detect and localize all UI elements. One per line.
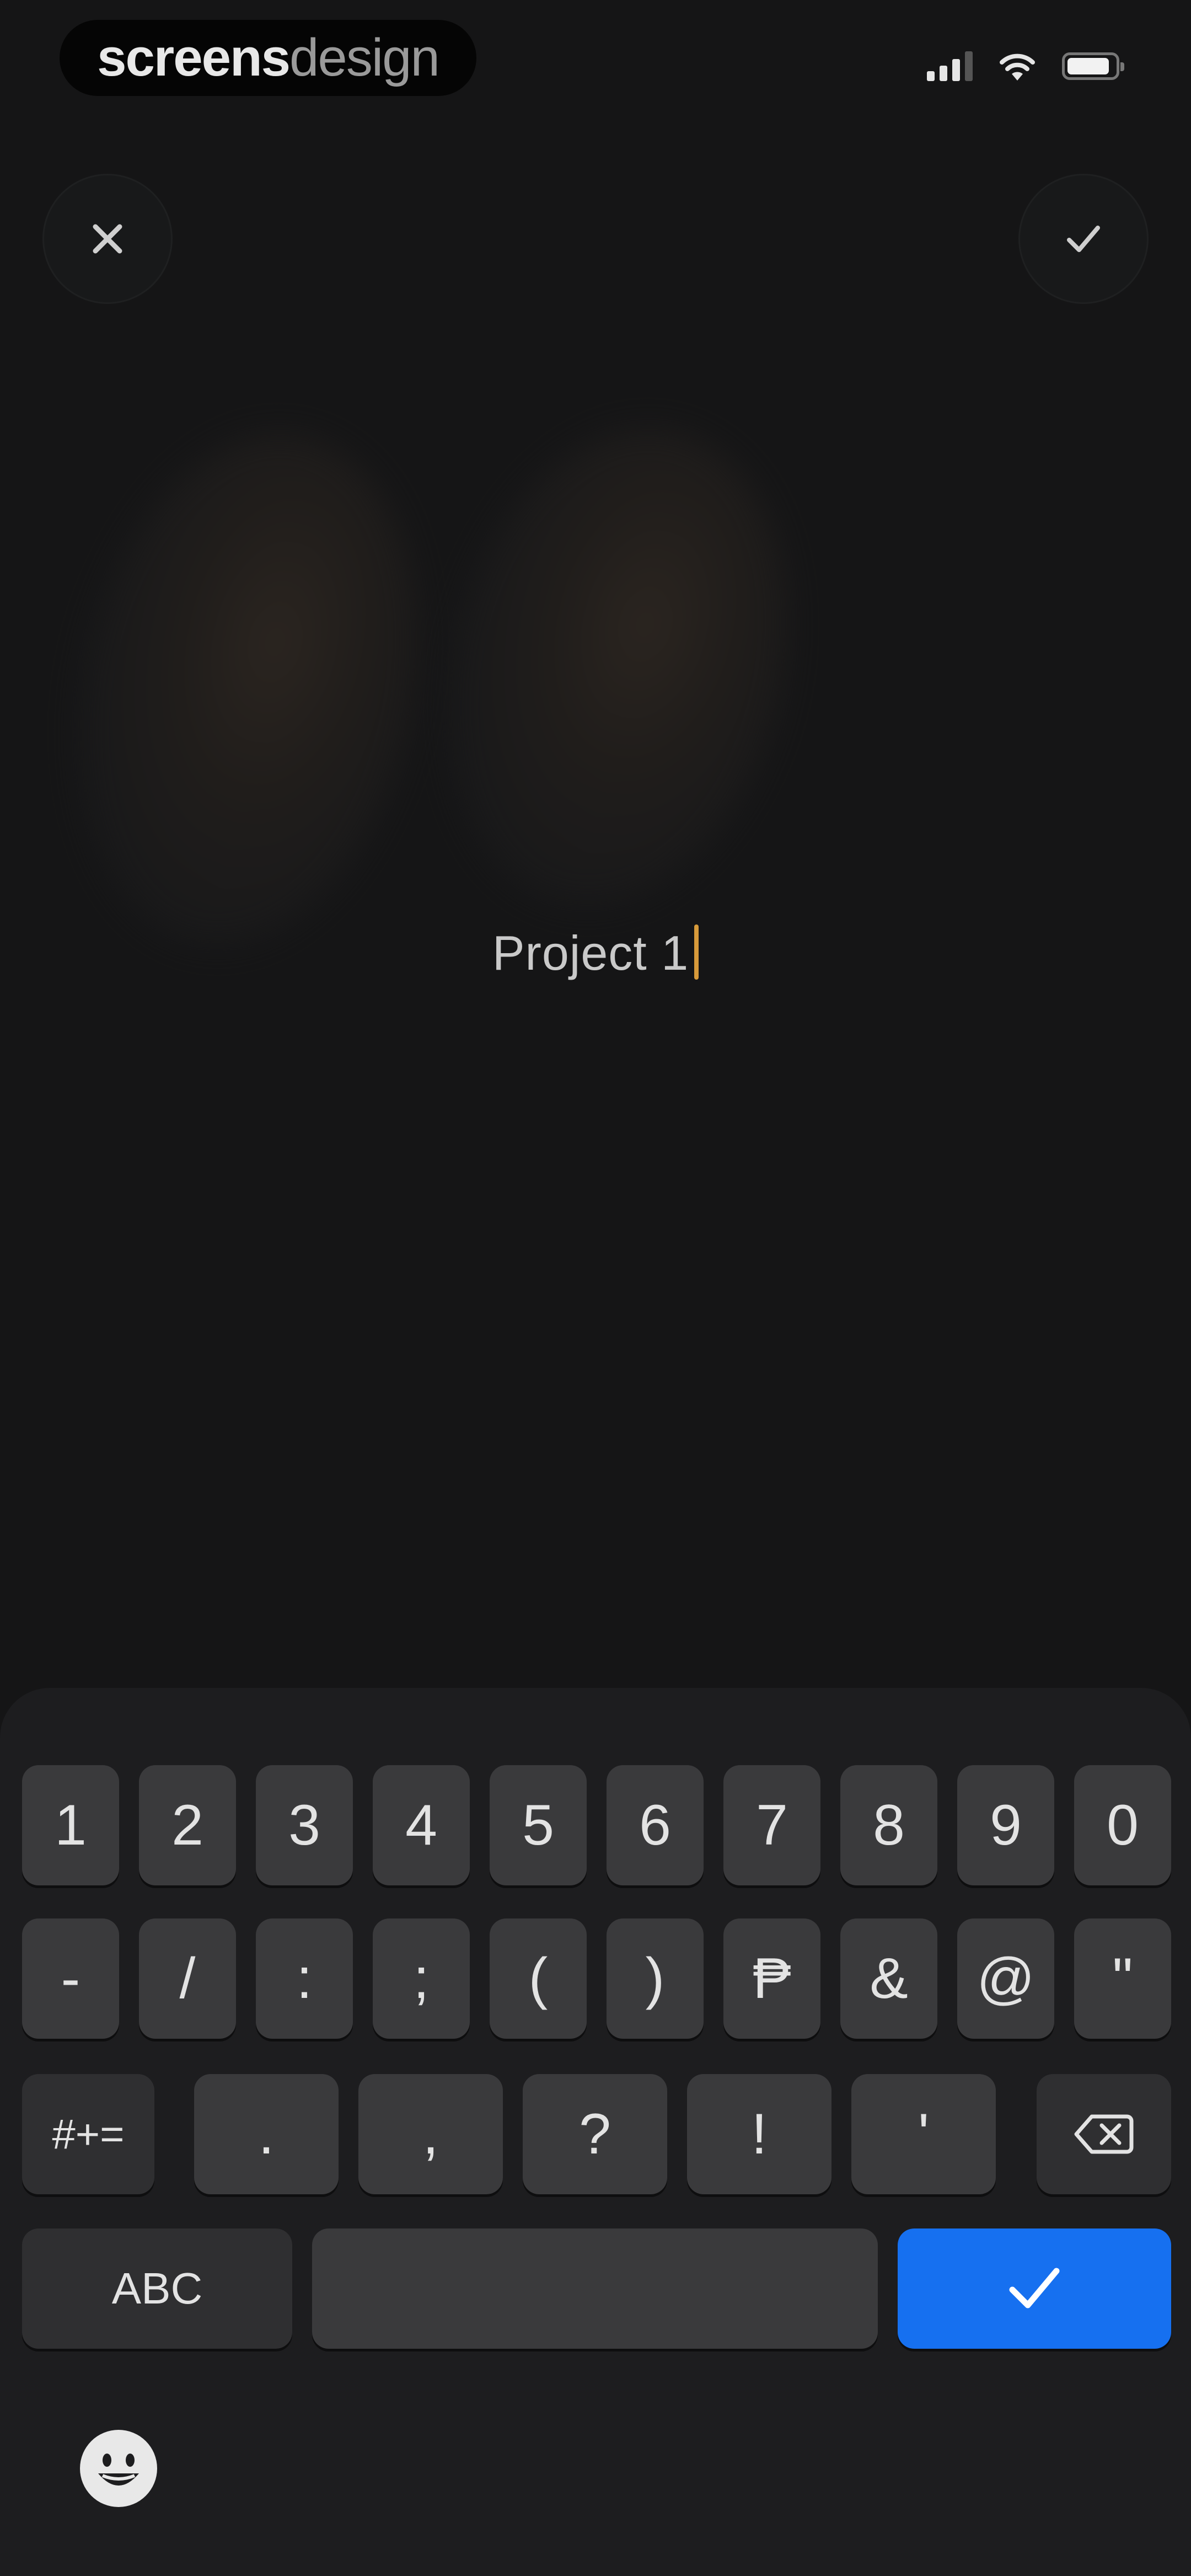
delete-key[interactable] xyxy=(1037,2074,1171,2194)
key-apostrophe[interactable]: ' xyxy=(851,2074,996,2194)
wifi-icon xyxy=(1000,54,1035,81)
key-peso[interactable]: ₱ xyxy=(723,1918,820,2039)
key-quote[interactable]: " xyxy=(1074,1918,1171,2039)
key-at[interactable]: @ xyxy=(957,1918,1054,2039)
key-close-paren[interactable]: ) xyxy=(607,1918,704,2039)
key-5[interactable]: 5 xyxy=(490,1765,587,1885)
more-symbols-key[interactable]: #+= xyxy=(22,2074,154,2194)
checkmark-icon xyxy=(1067,226,1100,252)
key-ampersand[interactable]: & xyxy=(840,1918,937,2039)
battery-icon xyxy=(1062,52,1124,80)
key-slash[interactable]: / xyxy=(139,1918,236,2039)
key-period[interactable]: . xyxy=(194,2074,339,2194)
project-name-value: Project 1 xyxy=(492,926,689,980)
project-name-input[interactable]: Project 1 xyxy=(0,924,1191,981)
key-0[interactable]: 0 xyxy=(1074,1765,1171,1885)
close-icon xyxy=(93,224,122,254)
return-key[interactable] xyxy=(898,2228,1171,2349)
brand-text-bold: screens xyxy=(97,28,291,87)
key-2[interactable]: 2 xyxy=(139,1765,236,1885)
key-6[interactable]: 6 xyxy=(607,1765,704,1885)
screen: screensdesign Project 1 1 2 3 4 5 6 7 8 … xyxy=(0,0,1191,2576)
key-9[interactable]: 9 xyxy=(957,1765,1054,1885)
emoji-icon[interactable] xyxy=(77,2427,160,2510)
preview-shape-right xyxy=(398,392,837,943)
key-open-paren[interactable]: ( xyxy=(490,1918,587,2039)
key-hyphen[interactable]: - xyxy=(22,1918,119,2039)
key-7[interactable]: 7 xyxy=(723,1765,820,1885)
key-8[interactable]: 8 xyxy=(840,1765,937,1885)
close-button[interactable] xyxy=(44,175,171,302)
key-1[interactable]: 1 xyxy=(22,1765,119,1885)
key-question[interactable]: ? xyxy=(523,2074,667,2194)
brand-text-light: design xyxy=(289,28,440,87)
confirm-button[interactable] xyxy=(1020,175,1147,302)
preview-shape-left xyxy=(32,401,464,978)
key-colon[interactable]: : xyxy=(256,1918,353,2039)
cellular-signal-icon xyxy=(927,51,973,81)
abc-key[interactable]: ABC xyxy=(22,2228,292,2349)
key-comma[interactable]: , xyxy=(358,2074,503,2194)
backspace-icon xyxy=(1074,2114,1134,2154)
key-3[interactable]: 3 xyxy=(256,1765,353,1885)
status-icons xyxy=(927,51,1124,82)
key-semicolon[interactable]: ; xyxy=(373,1918,470,2039)
brand-watermark: screensdesign xyxy=(60,20,476,96)
space-key[interactable] xyxy=(312,2228,878,2349)
checkmark-icon xyxy=(1009,2268,1060,2308)
key-exclamation[interactable]: ! xyxy=(687,2074,831,2194)
key-4[interactable]: 4 xyxy=(373,1765,470,1885)
text-caret xyxy=(694,924,699,980)
